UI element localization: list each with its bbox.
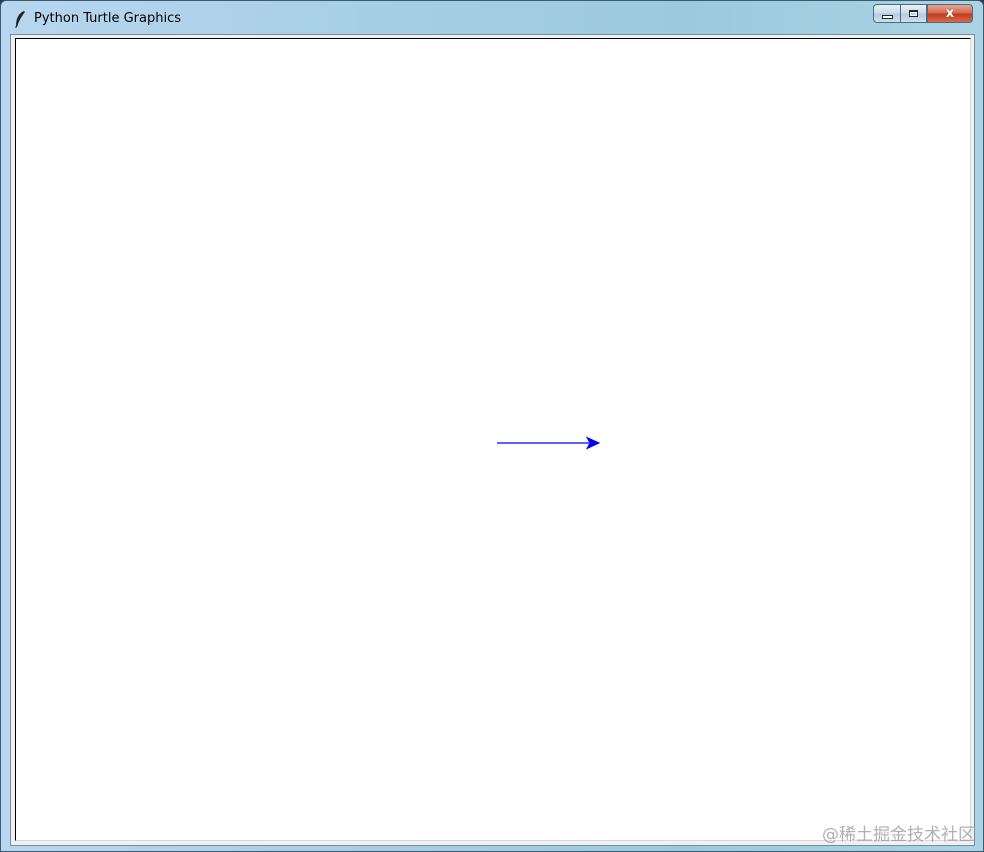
window-title: Python Turtle Graphics: [34, 11, 181, 26]
close-icon: x: [945, 6, 955, 21]
minimize-button[interactable]: [873, 4, 900, 23]
caption-buttons: x: [873, 4, 973, 24]
drawing-surface: [497, 436, 601, 450]
window-client-area: [10, 34, 975, 846]
maximize-button[interactable]: [900, 4, 927, 23]
minimize-icon: [881, 14, 893, 19]
title-bar[interactable]: Python Turtle Graphics x: [1, 1, 983, 35]
turtle-window: Python Turtle Graphics x @稀土掘金技术社区: [0, 0, 984, 852]
maximize-icon: [909, 10, 918, 17]
watermark-text: @稀土掘金技术社区: [822, 825, 975, 845]
feather-icon: [15, 11, 25, 28]
close-button[interactable]: x: [927, 4, 973, 23]
turtle-canvas[interactable]: [15, 38, 971, 841]
